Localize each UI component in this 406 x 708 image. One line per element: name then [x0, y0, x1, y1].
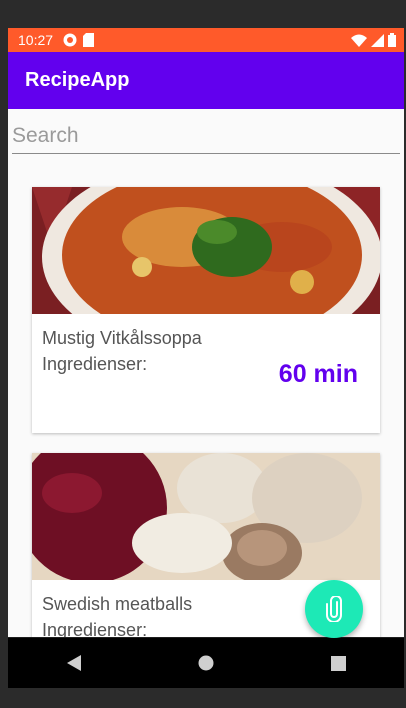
home-icon [198, 655, 214, 671]
app-bar: RecipeApp [8, 52, 404, 109]
battery-icon [388, 33, 396, 47]
recipe-time: 60 min [278, 360, 358, 388]
ingredients-label: Ingredienser: [42, 620, 148, 637]
nav-home-button[interactable] [186, 643, 226, 683]
recipe-card[interactable]: Mustig Vitkålssoppa Ingredienser: 60 min [32, 187, 380, 433]
meatballs-photo [32, 453, 380, 580]
back-icon [67, 655, 81, 671]
device-screen: 10:27 RecipeApp Search Mustig Vitkålssop… [8, 28, 404, 688]
recipe-list-screen: Mustig Vitkålssoppa Ingredienser: 60 min… [8, 109, 404, 637]
notification-icon [63, 33, 77, 47]
status-bar: 10:27 [8, 28, 404, 52]
app-title: RecipeApp [25, 69, 130, 91]
paperclip-icon [326, 596, 342, 622]
ingredients-label: Ingredienser: [42, 354, 148, 374]
signal-icon [371, 33, 384, 47]
recipe-name: Mustig Vitkålssoppa [42, 328, 202, 348]
sd-card-icon [83, 33, 95, 47]
nav-recents-button[interactable] [318, 643, 358, 683]
status-time: 10:27 [18, 32, 54, 48]
attach-fab[interactable] [305, 580, 363, 638]
recipe-name: Swedish meatballs [42, 594, 193, 614]
wifi-icon [351, 34, 367, 47]
nav-back-button[interactable] [54, 643, 94, 683]
nav-bar [8, 638, 404, 688]
search-input[interactable] [12, 119, 400, 154]
soup-photo [32, 187, 380, 314]
recents-icon [330, 655, 346, 671]
